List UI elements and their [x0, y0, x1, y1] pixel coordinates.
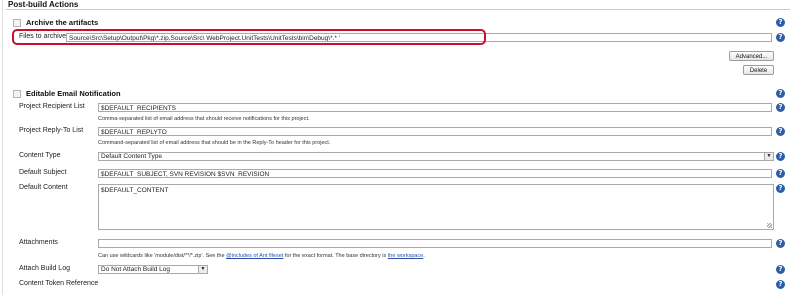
chevron-down-icon[interactable]: ▼ [198, 266, 207, 273]
section-divider [6, 9, 790, 10]
content-type-help-icon[interactable]: ? [776, 152, 785, 161]
default-subject-help-icon[interactable]: ? [776, 169, 785, 178]
content-type-select[interactable]: Default Content Type ▼ [98, 152, 774, 161]
reply-to-label: Project Reply-To List [19, 127, 84, 134]
email-help-icon[interactable]: ? [776, 89, 785, 98]
archive-help-icon[interactable]: ? [776, 18, 785, 27]
default-content-help-icon[interactable]: ? [776, 184, 785, 193]
attachments-hint-suffix: . [423, 253, 425, 259]
attachments-hint: Can use wildcards like 'module/dist/**/*… [98, 253, 425, 259]
attach-build-log-help-icon[interactable]: ? [776, 265, 785, 274]
default-subject-input[interactable]: $DEFAULT_SUBJECT, SVN REVISION $SVN_REVI… [98, 169, 772, 178]
delete-button[interactable]: Delete [743, 65, 774, 75]
recipient-list-input[interactable]: $DEFAULT_RECIPIENTS [98, 103, 772, 112]
recipient-list-label: Project Recipient List [19, 103, 85, 110]
attachments-hint-prefix: Can use wildcards like 'module/dist/**/*… [98, 253, 227, 259]
content-token-reference-label: Content Token Reference [19, 280, 99, 287]
attachments-hint-mid: for the exact format. The base directory… [283, 253, 388, 259]
default-content-label: Default Content [19, 184, 68, 191]
highlight-annotation [12, 29, 486, 45]
recipient-hint: Comma-separated list of email address th… [98, 116, 310, 122]
reply-to-input[interactable]: $DEFAULT_REPLYTO [98, 127, 772, 136]
email-notification-checkbox[interactable] [13, 90, 21, 98]
default-subject-label: Default Subject [19, 169, 67, 176]
attach-build-log-select[interactable]: Do Not Attach Build Log ▼ [98, 265, 208, 274]
default-content-textarea[interactable]: $DEFAULT_CONTENT [98, 184, 774, 230]
files-to-archive-help-icon[interactable]: ? [776, 33, 785, 42]
resize-grip-icon[interactable] [767, 223, 772, 228]
page-left-border [2, 0, 3, 295]
attach-build-log-value: Do Not Attach Build Log [101, 266, 171, 273]
advanced-button[interactable]: Advanced... [729, 51, 774, 61]
attach-build-log-label: Attach Build Log [19, 265, 70, 272]
content-type-value: Default Content Type [101, 153, 162, 160]
attachments-input[interactable] [98, 239, 772, 248]
reply-to-hint: Command-separated list of email address … [98, 140, 331, 146]
attachments-label: Attachments [19, 239, 58, 246]
content-token-help-icon[interactable]: ? [776, 280, 785, 289]
content-type-label: Content Type [19, 152, 61, 159]
post-build-actions-title: Post-build Actions [8, 0, 79, 9]
ant-fileset-link[interactable]: @includes of Ant fileset [226, 253, 283, 259]
email-notification-title: Editable Email Notification [26, 89, 121, 98]
archive-artifacts-checkbox[interactable] [13, 19, 21, 27]
archive-artifacts-title: Archive the artifacts [26, 18, 99, 27]
recipient-help-icon[interactable]: ? [776, 103, 785, 112]
attachments-help-icon[interactable]: ? [776, 239, 785, 248]
workspace-link[interactable]: the workspace [388, 253, 423, 259]
reply-to-help-icon[interactable]: ? [776, 127, 785, 136]
default-content-value: $DEFAULT_CONTENT [101, 187, 169, 194]
chevron-down-icon[interactable]: ▼ [764, 153, 773, 160]
